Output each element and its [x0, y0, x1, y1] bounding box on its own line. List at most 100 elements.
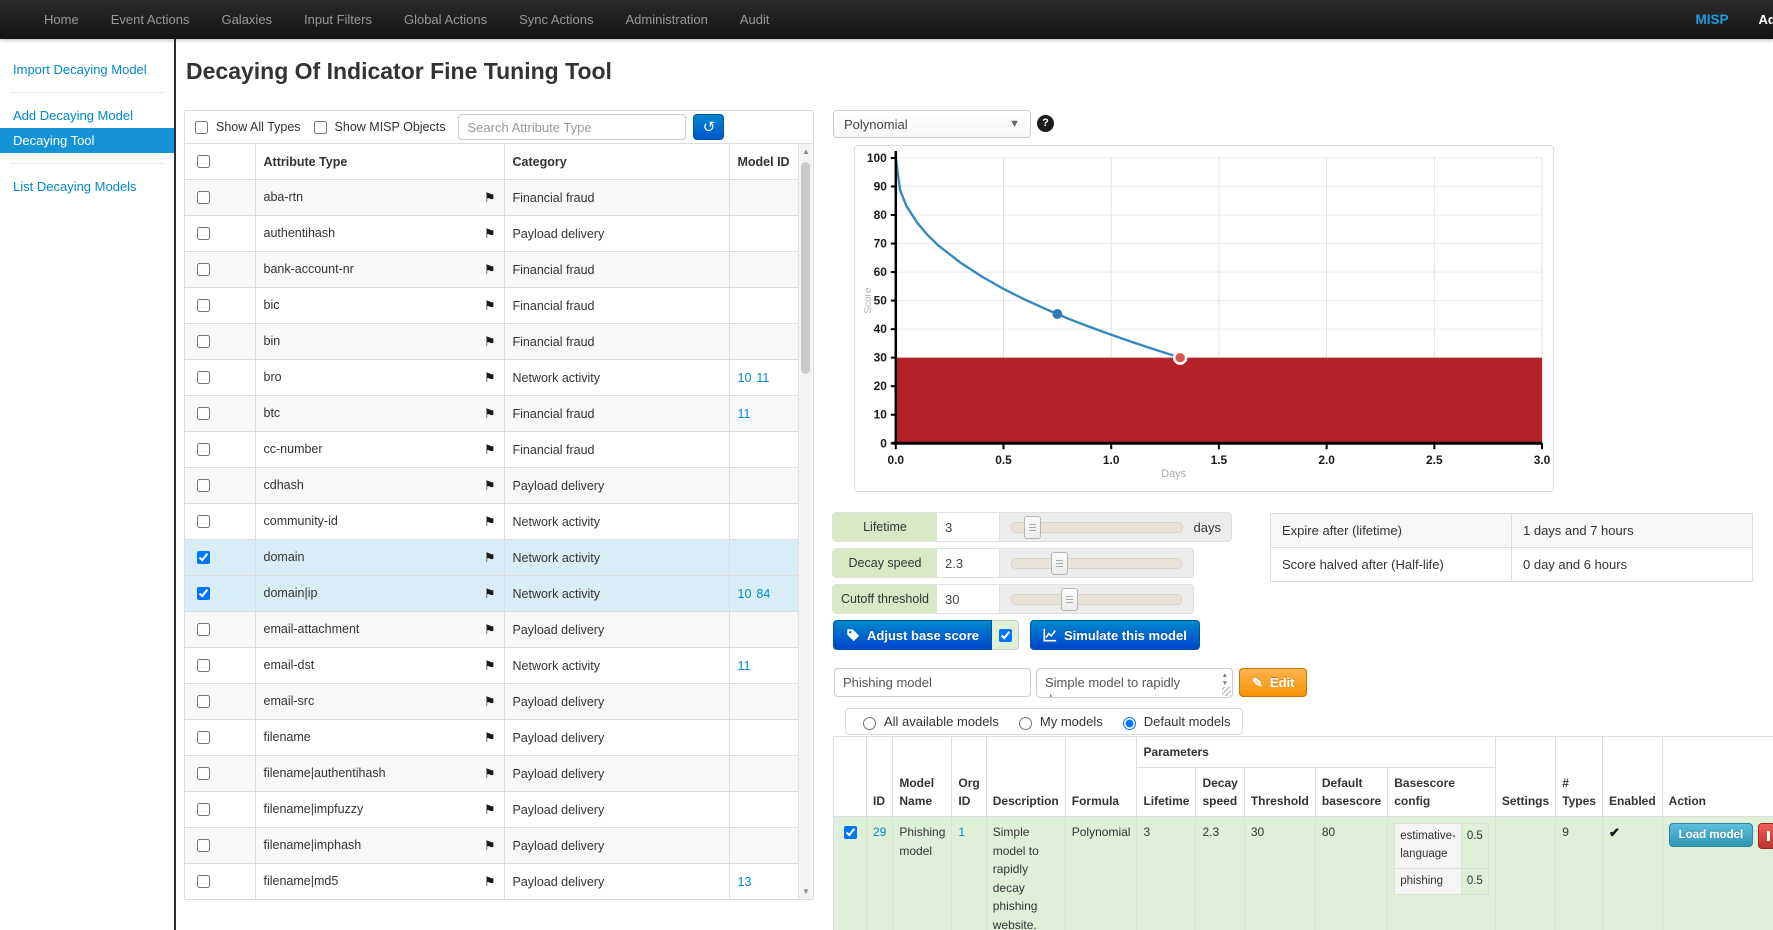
model-description-textarea[interactable]: Simple model to rapidly decay: [1036, 668, 1233, 698]
scroll-up-icon[interactable]: ▲: [799, 144, 813, 159]
slider-handle[interactable]: [1061, 588, 1078, 611]
radio-my-models[interactable]: My models: [1014, 714, 1103, 730]
attribute-row-checkbox[interactable]: [197, 695, 210, 708]
attribute-row-checkbox[interactable]: [197, 623, 210, 636]
formula-select[interactable]: Polynomial ▼: [833, 110, 1031, 138]
nav-item-sync-actions[interactable]: Sync Actions: [503, 0, 609, 39]
flag-icon[interactable]: ⚑: [484, 406, 496, 422]
attribute-row-checkbox[interactable]: [197, 551, 210, 564]
model-id-link[interactable]: 10: [738, 587, 752, 601]
show-misp-objects-checkbox[interactable]: [314, 121, 327, 134]
nav-item-galaxies[interactable]: Galaxies: [205, 0, 288, 39]
model-id-link[interactable]: 29: [873, 825, 886, 839]
model-id-link[interactable]: 84: [756, 587, 770, 601]
model-id-link[interactable]: 11: [738, 407, 751, 421]
model-id-link[interactable]: 10: [738, 371, 752, 385]
sidebar-item-add-decaying-model[interactable]: Add Decaying Model: [0, 103, 174, 128]
pause-model-button[interactable]: [1758, 823, 1773, 849]
adjust-base-score-button[interactable]: Adjust base score: [833, 620, 992, 650]
flag-icon[interactable]: ⚑: [484, 370, 496, 386]
help-icon[interactable]: ?: [1037, 115, 1054, 132]
textarea-resize-grip[interactable]: [1222, 687, 1231, 696]
slider-track[interactable]: [1011, 594, 1182, 605]
attribute-row-checkbox[interactable]: [197, 407, 210, 420]
flag-icon[interactable]: ⚑: [484, 550, 496, 566]
flag-icon[interactable]: ⚑: [484, 298, 496, 314]
attribute-row-checkbox[interactable]: [197, 803, 210, 816]
model-id-link[interactable]: 11: [738, 659, 751, 673]
nav-item-event-actions[interactable]: Event Actions: [95, 0, 206, 39]
flag-icon[interactable]: ⚑: [484, 730, 496, 746]
attribute-row-checkbox[interactable]: [197, 335, 210, 348]
attribute-row-checkbox[interactable]: [197, 479, 210, 492]
show-all-types-checkbox[interactable]: [195, 121, 208, 134]
attribute-row-checkbox[interactable]: [197, 587, 210, 600]
sidebar-item-list-decaying-models[interactable]: List Decaying Models: [0, 174, 174, 199]
flag-icon[interactable]: ⚑: [484, 586, 496, 602]
attribute-table-scrollbar[interactable]: ▲ ▼: [798, 144, 813, 899]
model-name-input[interactable]: [834, 668, 1031, 697]
attribute-row-checkbox[interactable]: [197, 263, 210, 276]
flag-icon[interactable]: ⚑: [484, 514, 496, 530]
attribute-row-checkbox[interactable]: [197, 299, 210, 312]
flag-icon[interactable]: ⚑: [484, 442, 496, 458]
load-model-button[interactable]: Load model: [1669, 823, 1754, 847]
flag-icon[interactable]: ⚑: [484, 334, 496, 350]
flag-icon[interactable]: ⚑: [484, 658, 496, 674]
attribute-row-checkbox[interactable]: [197, 191, 210, 204]
radio-input-all-available-models[interactable]: [863, 717, 876, 730]
model-row-checkbox[interactable]: [844, 826, 857, 839]
attribute-row-checkbox[interactable]: [197, 515, 210, 528]
flag-icon[interactable]: ⚑: [484, 262, 496, 278]
radio-input-my-models[interactable]: [1019, 717, 1032, 730]
radio-input-default-models[interactable]: [1123, 717, 1136, 730]
scrollbar-thumb[interactable]: [801, 162, 810, 374]
attribute-row-checkbox[interactable]: [197, 875, 210, 888]
adjust-base-score-checkbox[interactable]: [999, 629, 1012, 642]
attribute-row-checkbox[interactable]: [197, 443, 210, 456]
slider-value-input[interactable]: 3: [937, 513, 1000, 541]
attribute-row-checkbox[interactable]: [197, 767, 210, 780]
scroll-down-icon[interactable]: ▼: [799, 884, 813, 899]
edit-model-button[interactable]: ✎ Edit: [1239, 668, 1307, 697]
flag-icon[interactable]: ⚑: [484, 622, 496, 638]
slider-value-input[interactable]: 2.3: [937, 549, 1000, 577]
show-all-types-label[interactable]: Show All Types: [191, 118, 301, 137]
flag-icon[interactable]: ⚑: [484, 874, 496, 890]
flag-icon[interactable]: ⚑: [484, 694, 496, 710]
sidebar-item-import-decaying-model[interactable]: Import Decaying Model: [0, 57, 174, 82]
attribute-row-checkbox[interactable]: [197, 839, 210, 852]
nav-misp-link[interactable]: MISP: [1696, 12, 1729, 27]
textarea-scroll-arrows[interactable]: ▲▼: [1222, 672, 1228, 688]
nav-item-home[interactable]: Home: [28, 0, 95, 39]
radio-all-available-models[interactable]: All available models: [858, 714, 999, 730]
nav-item-audit[interactable]: Audit: [724, 0, 786, 39]
attribute-row-checkbox[interactable]: [197, 371, 210, 384]
slider-handle[interactable]: [1024, 516, 1041, 539]
org-id-link[interactable]: 1: [958, 825, 965, 839]
select-all-checkbox[interactable]: [197, 155, 210, 168]
flag-icon[interactable]: ⚑: [484, 226, 496, 242]
slider-handle[interactable]: [1051, 552, 1068, 575]
sidebar-item-decaying-tool[interactable]: Decaying Tool: [0, 128, 174, 153]
model-id-link[interactable]: 11: [756, 371, 769, 385]
nav-item-global-actions[interactable]: Global Actions: [388, 0, 503, 39]
flag-icon[interactable]: ⚑: [484, 190, 496, 206]
show-misp-objects-label[interactable]: Show MISP Objects: [310, 118, 446, 137]
nav-item-input-filters[interactable]: Input Filters: [288, 0, 388, 39]
model-id-link[interactable]: 13: [738, 875, 752, 889]
slider-value-input[interactable]: 30: [937, 585, 1000, 613]
search-input[interactable]: [458, 114, 686, 140]
flag-icon[interactable]: ⚑: [484, 766, 496, 782]
flag-icon[interactable]: ⚑: [484, 838, 496, 854]
flag-icon[interactable]: ⚑: [484, 802, 496, 818]
attribute-row-checkbox[interactable]: [197, 227, 210, 240]
refresh-button[interactable]: ↺: [693, 114, 724, 140]
simulate-model-button[interactable]: Simulate this model: [1030, 620, 1200, 650]
radio-default-models[interactable]: Default models: [1118, 714, 1231, 730]
slider-track[interactable]: [1011, 522, 1183, 533]
attribute-row-checkbox[interactable]: [197, 731, 210, 744]
attribute-row-checkbox[interactable]: [197, 659, 210, 672]
nav-user-menu[interactable]: Admin: [1759, 12, 1773, 27]
flag-icon[interactable]: ⚑: [484, 478, 496, 494]
